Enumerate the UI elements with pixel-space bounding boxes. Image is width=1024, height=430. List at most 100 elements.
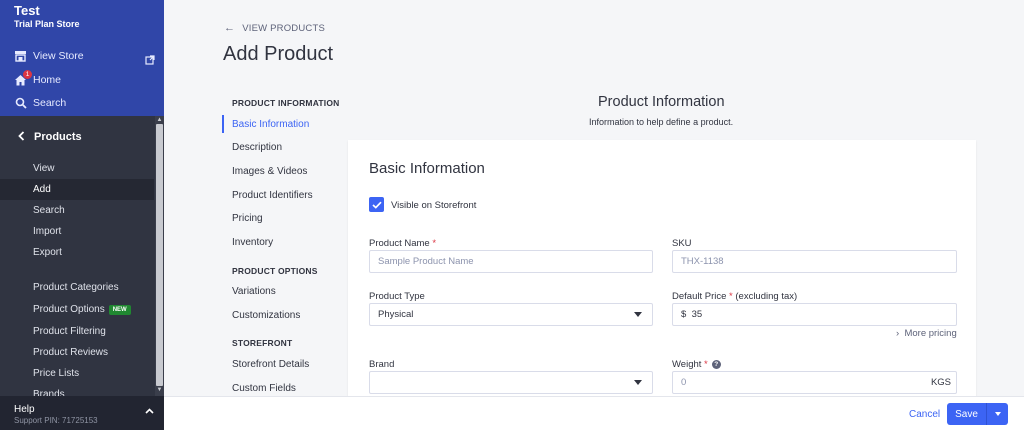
help-title: Help bbox=[14, 404, 35, 415]
arrow-left-icon: ← bbox=[224, 22, 236, 34]
chevron-right-icon: › bbox=[896, 328, 900, 339]
visible-on-storefront-checkbox[interactable] bbox=[369, 197, 384, 212]
notification-badge: 1 bbox=[23, 70, 32, 79]
product-type-label: Product Type bbox=[369, 291, 425, 302]
sidebar-item-product-categories[interactable]: Product Categories bbox=[0, 277, 154, 298]
nav-group-product-options: PRODUCT OPTIONS bbox=[232, 266, 318, 276]
nav-inventory[interactable]: Inventory bbox=[232, 237, 273, 248]
view-store-label: View Store bbox=[33, 50, 84, 62]
active-indicator bbox=[222, 115, 224, 133]
default-price-input[interactable]: $ 35 bbox=[672, 303, 957, 326]
sidebar-item-import[interactable]: Import bbox=[0, 221, 154, 242]
sku-label: SKU bbox=[672, 238, 692, 249]
default-price-suffix: (excluding tax) bbox=[735, 291, 798, 302]
sidebar-item-label: Export bbox=[33, 247, 62, 258]
nav-variations[interactable]: Variations bbox=[232, 286, 276, 297]
more-pricing-link[interactable]: › More pricing bbox=[896, 328, 957, 339]
search-link[interactable]: Search bbox=[14, 94, 66, 112]
save-options-chevron-icon[interactable] bbox=[987, 412, 1008, 416]
dropdown-caret-icon bbox=[634, 312, 642, 317]
nav-product-identifiers[interactable]: Product Identifiers bbox=[232, 190, 313, 201]
sidebar-item-label: Product Filtering bbox=[33, 326, 106, 337]
cancel-button[interactable]: Cancel bbox=[909, 409, 940, 420]
sidebar-item-add[interactable]: Add bbox=[0, 179, 154, 200]
sidebar-item-search[interactable]: Search bbox=[0, 200, 154, 221]
nav-customizations[interactable]: Customizations bbox=[232, 310, 300, 321]
sidebar-item-label: Product Categories bbox=[33, 282, 119, 293]
product-name-input[interactable]: Sample Product Name bbox=[369, 250, 653, 273]
product-type-value: Physical bbox=[378, 309, 414, 320]
products-section-label: Products bbox=[34, 131, 82, 143]
product-type-select[interactable]: Physical bbox=[369, 303, 653, 326]
new-badge: NEW bbox=[108, 304, 131, 315]
visible-on-storefront-label: Visible on Storefront bbox=[391, 200, 477, 211]
checkmark-icon bbox=[371, 201, 382, 209]
sidebar-item-label: View bbox=[33, 163, 55, 174]
nav-custom-fields[interactable]: Custom Fields bbox=[232, 383, 296, 394]
product-name-label-text: Product Name bbox=[369, 238, 430, 249]
nav-storefront-details[interactable]: Storefront Details bbox=[232, 359, 309, 370]
weight-label: Weight *? bbox=[672, 359, 721, 370]
section-subtitle: Information to help define a product. bbox=[589, 117, 734, 127]
sidebar-header: Test Trial Plan Store View Store Home 1 … bbox=[0, 0, 164, 116]
sidebar-item-label: Price Lists bbox=[33, 368, 80, 379]
section-title: Product Information bbox=[598, 94, 725, 110]
nav-group-product-information: PRODUCT INFORMATION bbox=[232, 98, 340, 108]
nav-basic-information[interactable]: Basic Information bbox=[232, 119, 309, 130]
home-label: Home bbox=[33, 74, 62, 86]
help-icon[interactable]: ? bbox=[711, 359, 721, 369]
back-link-label: VIEW PRODUCTS bbox=[242, 22, 326, 34]
brand-label: Brand bbox=[369, 359, 395, 370]
nav-pricing[interactable]: Pricing bbox=[232, 213, 263, 224]
sidebar-item-view[interactable]: View bbox=[0, 158, 154, 179]
home-link[interactable]: Home bbox=[14, 71, 61, 89]
basic-information-card: Basic Information Visible on Storefront … bbox=[348, 140, 976, 396]
sidebar-scrollbar-thumb[interactable] bbox=[156, 124, 163, 386]
required-mark: * bbox=[432, 238, 437, 249]
brand-select[interactable] bbox=[369, 371, 653, 394]
storefront-icon bbox=[14, 50, 27, 63]
sidebar-item-label: Product Options bbox=[33, 304, 105, 315]
more-pricing-label: More pricing bbox=[904, 328, 957, 339]
scroll-down-icon[interactable]: ▼ bbox=[156, 386, 163, 394]
product-name-placeholder: Sample Product Name bbox=[378, 256, 474, 267]
required-mark: * bbox=[704, 359, 708, 370]
page-title: Add Product bbox=[223, 43, 334, 65]
products-section-header[interactable]: Products bbox=[0, 126, 156, 148]
default-price-label: Default Price * (excluding tax) bbox=[672, 291, 797, 302]
sku-input[interactable]: THX-1138 bbox=[672, 250, 957, 273]
search-label: Search bbox=[33, 97, 67, 109]
nav-images-videos[interactable]: Images & Videos bbox=[232, 166, 307, 177]
scroll-up-icon[interactable]: ▲ bbox=[156, 116, 163, 124]
sidebar-item-label: Product Reviews bbox=[33, 347, 109, 358]
sidebar-item-label: Search bbox=[33, 205, 65, 216]
save-button[interactable]: Save bbox=[947, 403, 1008, 425]
external-link-icon[interactable] bbox=[145, 52, 155, 65]
weight-placeholder: 0 bbox=[681, 377, 687, 388]
nav-description[interactable]: Description bbox=[232, 142, 282, 153]
currency-symbol: $ bbox=[681, 309, 687, 320]
save-button-label: Save bbox=[955, 408, 978, 420]
action-footer: Cancel Save bbox=[164, 396, 1024, 430]
chevron-up-icon[interactable] bbox=[145, 406, 154, 416]
sidebar-item-label: Import bbox=[33, 226, 62, 237]
view-store-link[interactable]: View Store bbox=[14, 47, 84, 65]
weight-input[interactable]: 0 KGS bbox=[672, 371, 957, 394]
dropdown-caret-icon bbox=[634, 380, 642, 385]
sidebar-item-label: Add bbox=[33, 184, 51, 195]
weight-label-text: Weight bbox=[672, 359, 702, 370]
chevron-left-icon bbox=[18, 130, 25, 144]
sidebar-item-product-reviews[interactable]: Product Reviews bbox=[0, 342, 154, 363]
sidebar-item-price-lists[interactable]: Price Lists bbox=[0, 363, 154, 384]
sidebar-item-export[interactable]: Export bbox=[0, 242, 154, 263]
store-name: Test bbox=[14, 3, 40, 18]
default-price-value: 35 bbox=[691, 309, 703, 320]
back-link[interactable]: ← VIEW PRODUCTS bbox=[224, 22, 325, 34]
search-icon bbox=[14, 97, 27, 110]
help-bar[interactable]: Help Support PIN: 71725153 bbox=[0, 396, 164, 430]
sidebar-item-product-options[interactable]: Product Options NEW bbox=[0, 299, 154, 320]
default-price-label-text: Default Price bbox=[672, 291, 727, 302]
support-pin: Support PIN: 71725153 bbox=[14, 416, 98, 425]
sidebar-item-product-filtering[interactable]: Product Filtering bbox=[0, 321, 154, 342]
store-plan: Trial Plan Store bbox=[14, 19, 80, 29]
